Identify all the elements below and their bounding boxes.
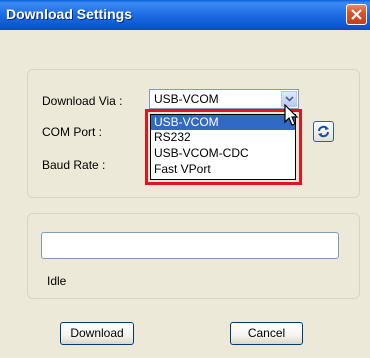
cancel-button[interactable]: Cancel xyxy=(230,322,303,345)
status-text: Idle xyxy=(47,274,67,288)
mouse-cursor-icon xyxy=(284,104,299,126)
baud-rate-label: Baud Rate : xyxy=(42,158,106,172)
download-via-value: USB-VCOM xyxy=(154,92,219,106)
com-port-label: COM Port : xyxy=(42,125,103,139)
download-button[interactable]: Download xyxy=(60,322,134,345)
close-button[interactable] xyxy=(346,4,367,25)
refresh-ports-button[interactable] xyxy=(313,121,334,142)
download-via-label: Download Via : xyxy=(42,94,123,108)
title-bar[interactable]: Download Settings xyxy=(0,0,370,30)
chevron-down-icon xyxy=(285,96,294,102)
download-via-select[interactable]: USB-VCOM xyxy=(149,89,299,109)
annotation-highlight-box xyxy=(145,109,302,185)
close-icon xyxy=(351,9,362,20)
refresh-icon xyxy=(318,125,329,138)
window-title: Download Settings xyxy=(6,6,132,22)
download-progress-bar xyxy=(41,232,339,259)
download-settings-window: Download Settings Download Via : COM Por… xyxy=(0,0,370,358)
